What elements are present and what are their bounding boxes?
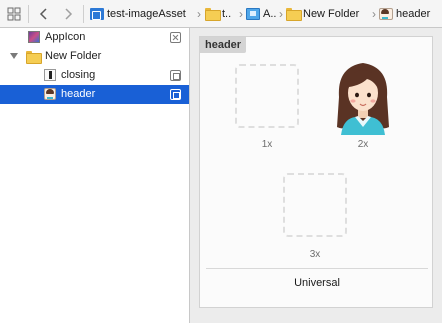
- device-label: Universal: [294, 277, 340, 289]
- slot-label: 3x: [309, 249, 321, 260]
- breadcrumb-new-folder[interactable]: New Folder: [286, 6, 359, 22]
- folder-icon: [205, 8, 221, 21]
- related-items-button[interactable]: [4, 4, 24, 24]
- list-item-appicon[interactable]: AppIcon: [0, 28, 189, 47]
- jump-bar: test-imageAsset › t.. › A.. › New Folder…: [0, 0, 442, 28]
- breadcrumb-label: t..: [222, 8, 232, 20]
- breadcrumb-header[interactable]: header: [379, 6, 430, 22]
- toolbar-separator: [28, 5, 29, 23]
- list-item-closing[interactable]: closing: [0, 66, 189, 85]
- asset-editor: header 1x 2x 3x Universal: [191, 28, 442, 323]
- slot-label: 2x: [357, 139, 369, 150]
- closing-image-icon: [44, 69, 56, 81]
- appicon-icon: [28, 31, 40, 43]
- project-icon: [90, 8, 104, 20]
- image-set-title: header: [200, 37, 247, 53]
- girl-avatar-image: [337, 63, 389, 135]
- divider: [206, 268, 428, 269]
- forward-button[interactable]: [58, 4, 78, 24]
- slot-label: 1x: [261, 139, 273, 150]
- checkbox-icon[interactable]: [170, 89, 181, 100]
- back-button[interactable]: [34, 4, 54, 24]
- checkbox-icon[interactable]: [170, 70, 181, 81]
- image-slot-3x[interactable]: [283, 173, 347, 237]
- image-slot-1x[interactable]: [235, 64, 299, 128]
- image-slot-2x[interactable]: [331, 57, 395, 135]
- breadcrumb-label: New Folder: [303, 8, 360, 20]
- folder-icon: [26, 51, 42, 64]
- asset-list: AppIcon New Folder closing header: [0, 28, 190, 323]
- list-item-label: AppIcon: [45, 31, 86, 43]
- chevron-right-icon: ›: [239, 7, 243, 21]
- header-image-icon: [44, 88, 56, 100]
- list-item-label: New Folder: [45, 50, 102, 62]
- toolbar-separator: [83, 5, 84, 23]
- close-icon[interactable]: [170, 32, 181, 43]
- image-set-panel: header 1x 2x 3x Universal: [199, 36, 433, 308]
- breadcrumb-label: A..: [263, 8, 277, 20]
- list-item-label: header: [61, 88, 96, 100]
- chevron-right-icon: [65, 8, 73, 20]
- chevron-right-icon: ›: [197, 7, 201, 21]
- breadcrumb-label: header: [396, 8, 431, 20]
- chevron-right-icon: ›: [372, 7, 376, 21]
- breadcrumb-asset-catalog[interactable]: A..: [246, 6, 276, 22]
- grid-icon: [7, 7, 21, 21]
- list-item-label: closing: [61, 69, 96, 81]
- folder-icon: [286, 8, 302, 21]
- list-item-header[interactable]: header: [0, 85, 189, 104]
- breadcrumb-folder[interactable]: t..: [205, 6, 231, 22]
- breadcrumb-label: test-imageAsset: [107, 8, 186, 20]
- image-set-icon: [379, 8, 393, 20]
- list-item-new-folder[interactable]: New Folder: [0, 47, 189, 66]
- breadcrumb-project[interactable]: test-imageAsset: [90, 6, 186, 22]
- chevron-left-icon: [39, 8, 47, 20]
- disclosure-triangle-icon[interactable]: [10, 53, 18, 59]
- asset-catalog-icon: [246, 8, 260, 20]
- chevron-right-icon: ›: [279, 7, 283, 21]
